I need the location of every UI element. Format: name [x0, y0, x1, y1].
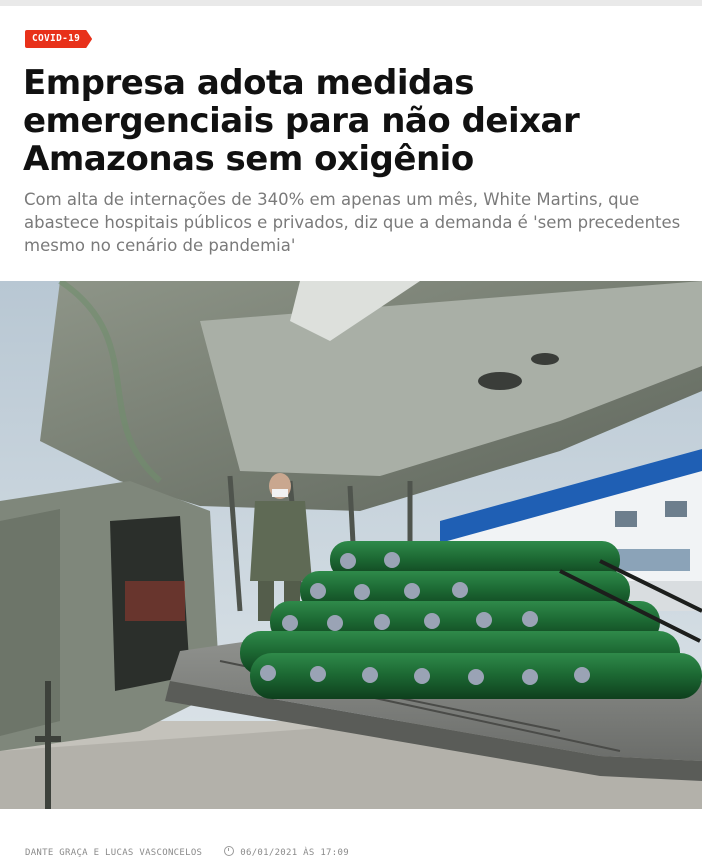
publish-date: 06/01/2021 ÀS 17:09	[240, 848, 349, 858]
article-byline: DANTE GRAÇA E LUCAS VASCONCELOS 06/01/202…	[25, 846, 349, 858]
hero-image	[0, 281, 702, 809]
top-strip	[0, 0, 702, 6]
category-badge[interactable]: COVID-19	[25, 30, 92, 48]
article-headline: Empresa adota medidas emergenciais para …	[23, 63, 580, 179]
article-subtitle: Com alta de internações de 340% em apena…	[24, 190, 681, 255]
hero-photo-illustration	[0, 281, 702, 809]
author-names[interactable]: DANTE GRAÇA E LUCAS VASCONCELOS	[25, 848, 202, 858]
clock-icon	[224, 846, 235, 856]
